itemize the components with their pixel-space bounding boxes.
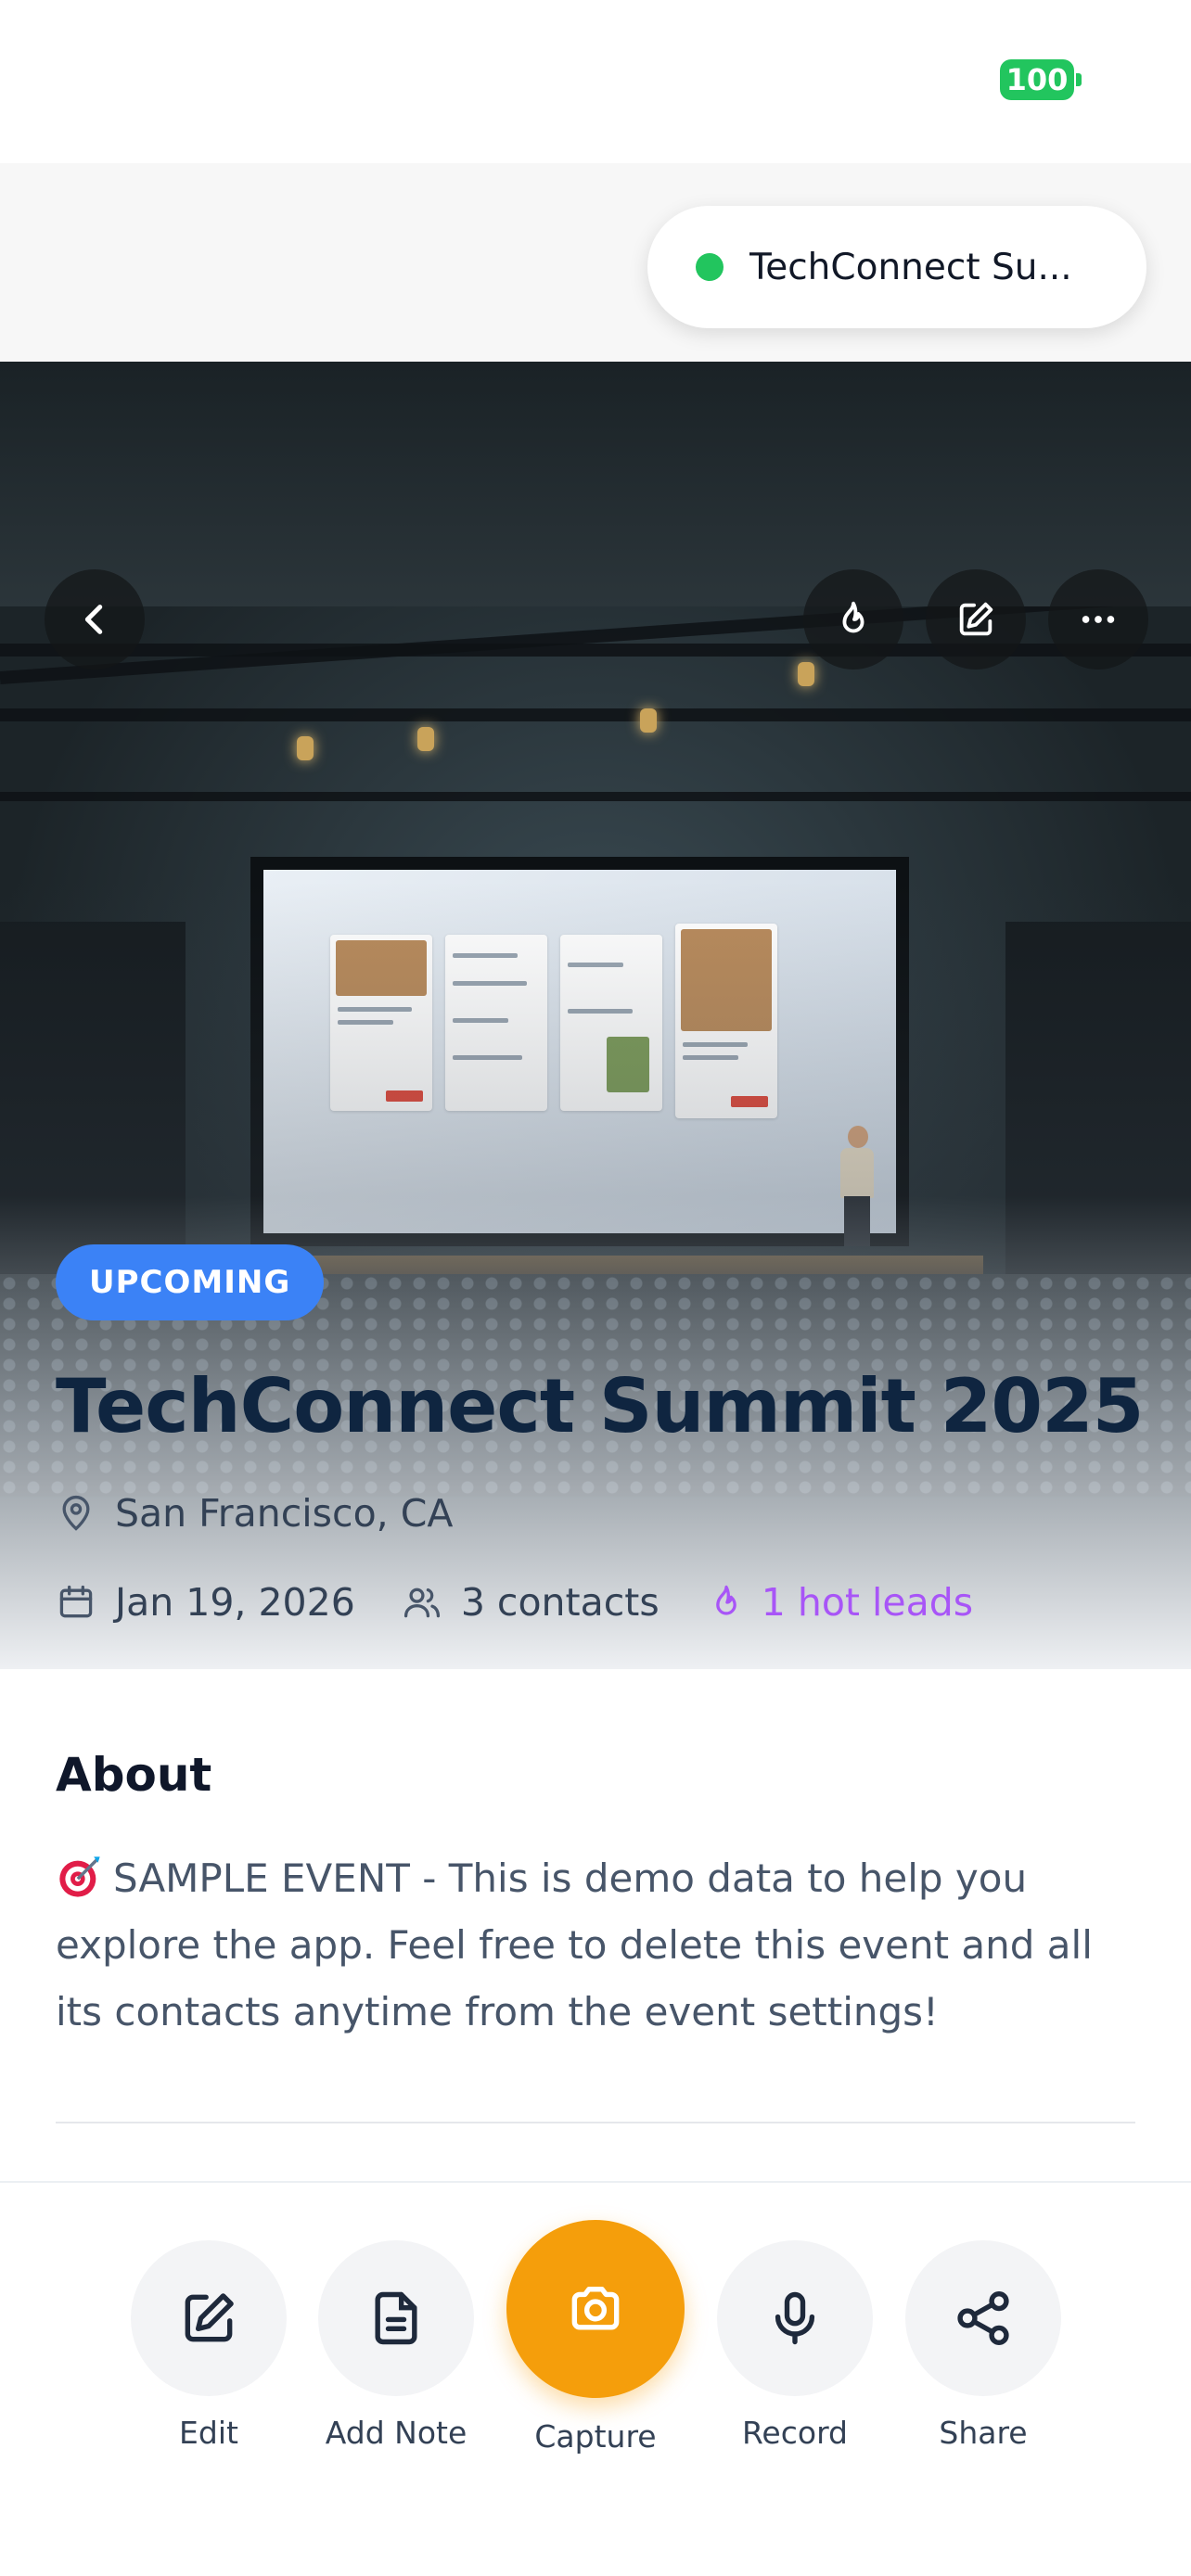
battery-indicator: 100 (1000, 59, 1082, 100)
edit-icon (185, 2293, 234, 2342)
ceiling-truss (0, 708, 1191, 721)
edit-action-button[interactable] (131, 2240, 287, 2396)
event-title: TechConnect Summit 2025 (56, 1363, 1144, 1449)
event-date: Jan 19, 2026 (115, 1580, 355, 1625)
stage-light (798, 662, 814, 686)
active-event-pill[interactable]: TechConnect Su... (647, 206, 1146, 328)
event-location-row: San Francisco, CA (56, 1491, 453, 1536)
record-action-label: Record (741, 2415, 849, 2451)
add-note-action[interactable]: Add Note (317, 2240, 475, 2451)
capture-action-label: Capture (534, 2418, 657, 2455)
more-options-button[interactable] (1048, 569, 1148, 670)
edit-action-label: Edit (179, 2415, 238, 2451)
edit-event-button[interactable] (926, 569, 1026, 670)
event-hero (0, 362, 1191, 1669)
target-icon (59, 1856, 100, 1897)
status-badge: UPCOMING (56, 1244, 325, 1320)
users-icon (403, 1588, 440, 1618)
event-hot-leads: 1 hot leads (761, 1580, 974, 1625)
microphone-icon (775, 2291, 815, 2345)
event-contacts-count: 3 contacts (460, 1580, 660, 1625)
share-action[interactable]: Share (904, 2240, 1062, 2451)
event-contacts-group: 3 contacts (402, 1580, 660, 1625)
calendar-icon (59, 1585, 93, 1618)
edit-action[interactable]: Edit (130, 2240, 288, 2451)
about-text: SAMPLE EVENT - This is demo data to help… (56, 1855, 1093, 2034)
record-action-button[interactable] (717, 2240, 873, 2396)
event-details-sheet: About SAMPLE EVENT - This is demo data t… (0, 1669, 1191, 2181)
battery-tip (1076, 73, 1082, 86)
chevron-left-icon (84, 605, 103, 634)
document-icon (375, 2291, 417, 2345)
about-description: SAMPLE EVENT - This is demo data to help… (56, 1845, 1132, 2046)
event-hot-leads-group[interactable]: 1 hot leads (706, 1580, 973, 1625)
share-action-label: Share (939, 2415, 1028, 2451)
share-icon (957, 2290, 1009, 2346)
add-note-action-button[interactable] (318, 2240, 474, 2396)
event-date-group: Jan 19, 2026 (56, 1580, 355, 1625)
stage-light (640, 708, 657, 733)
flame-icon (842, 601, 864, 633)
capture-action-button[interactable] (506, 2220, 685, 2398)
flame-icon (715, 1585, 736, 1615)
battery-level: 100 (1000, 59, 1074, 100)
share-action-button[interactable] (905, 2240, 1061, 2396)
active-event-name: TechConnect Su... (749, 246, 1072, 288)
capture-action[interactable]: Capture (503, 2220, 688, 2455)
event-location: San Francisco, CA (115, 1491, 454, 1536)
about-heading: About (56, 1748, 212, 1802)
add-note-action-label: Add Note (325, 2415, 467, 2451)
stage-light (297, 736, 314, 760)
edit-icon (959, 602, 993, 636)
record-action[interactable]: Record (716, 2240, 874, 2451)
event-stats-row: Jan 19, 2026 3 contacts 1 hot leads (56, 1580, 1019, 1625)
hot-lead-button[interactable] (803, 569, 903, 670)
camera-icon (571, 2287, 620, 2330)
section-divider (56, 2122, 1135, 2123)
hero-header-shade (0, 362, 1191, 606)
ceiling-truss (0, 792, 1191, 801)
more-horizontal-icon (1082, 616, 1115, 623)
stage-light (417, 727, 434, 751)
live-status-dot (696, 253, 724, 281)
back-button[interactable] (45, 569, 145, 670)
status-bar: 100 (0, 0, 1191, 163)
map-pin-icon (62, 1495, 90, 1531)
bottom-action-bar: Edit Add Note Capture Record Share (0, 2181, 1191, 2576)
